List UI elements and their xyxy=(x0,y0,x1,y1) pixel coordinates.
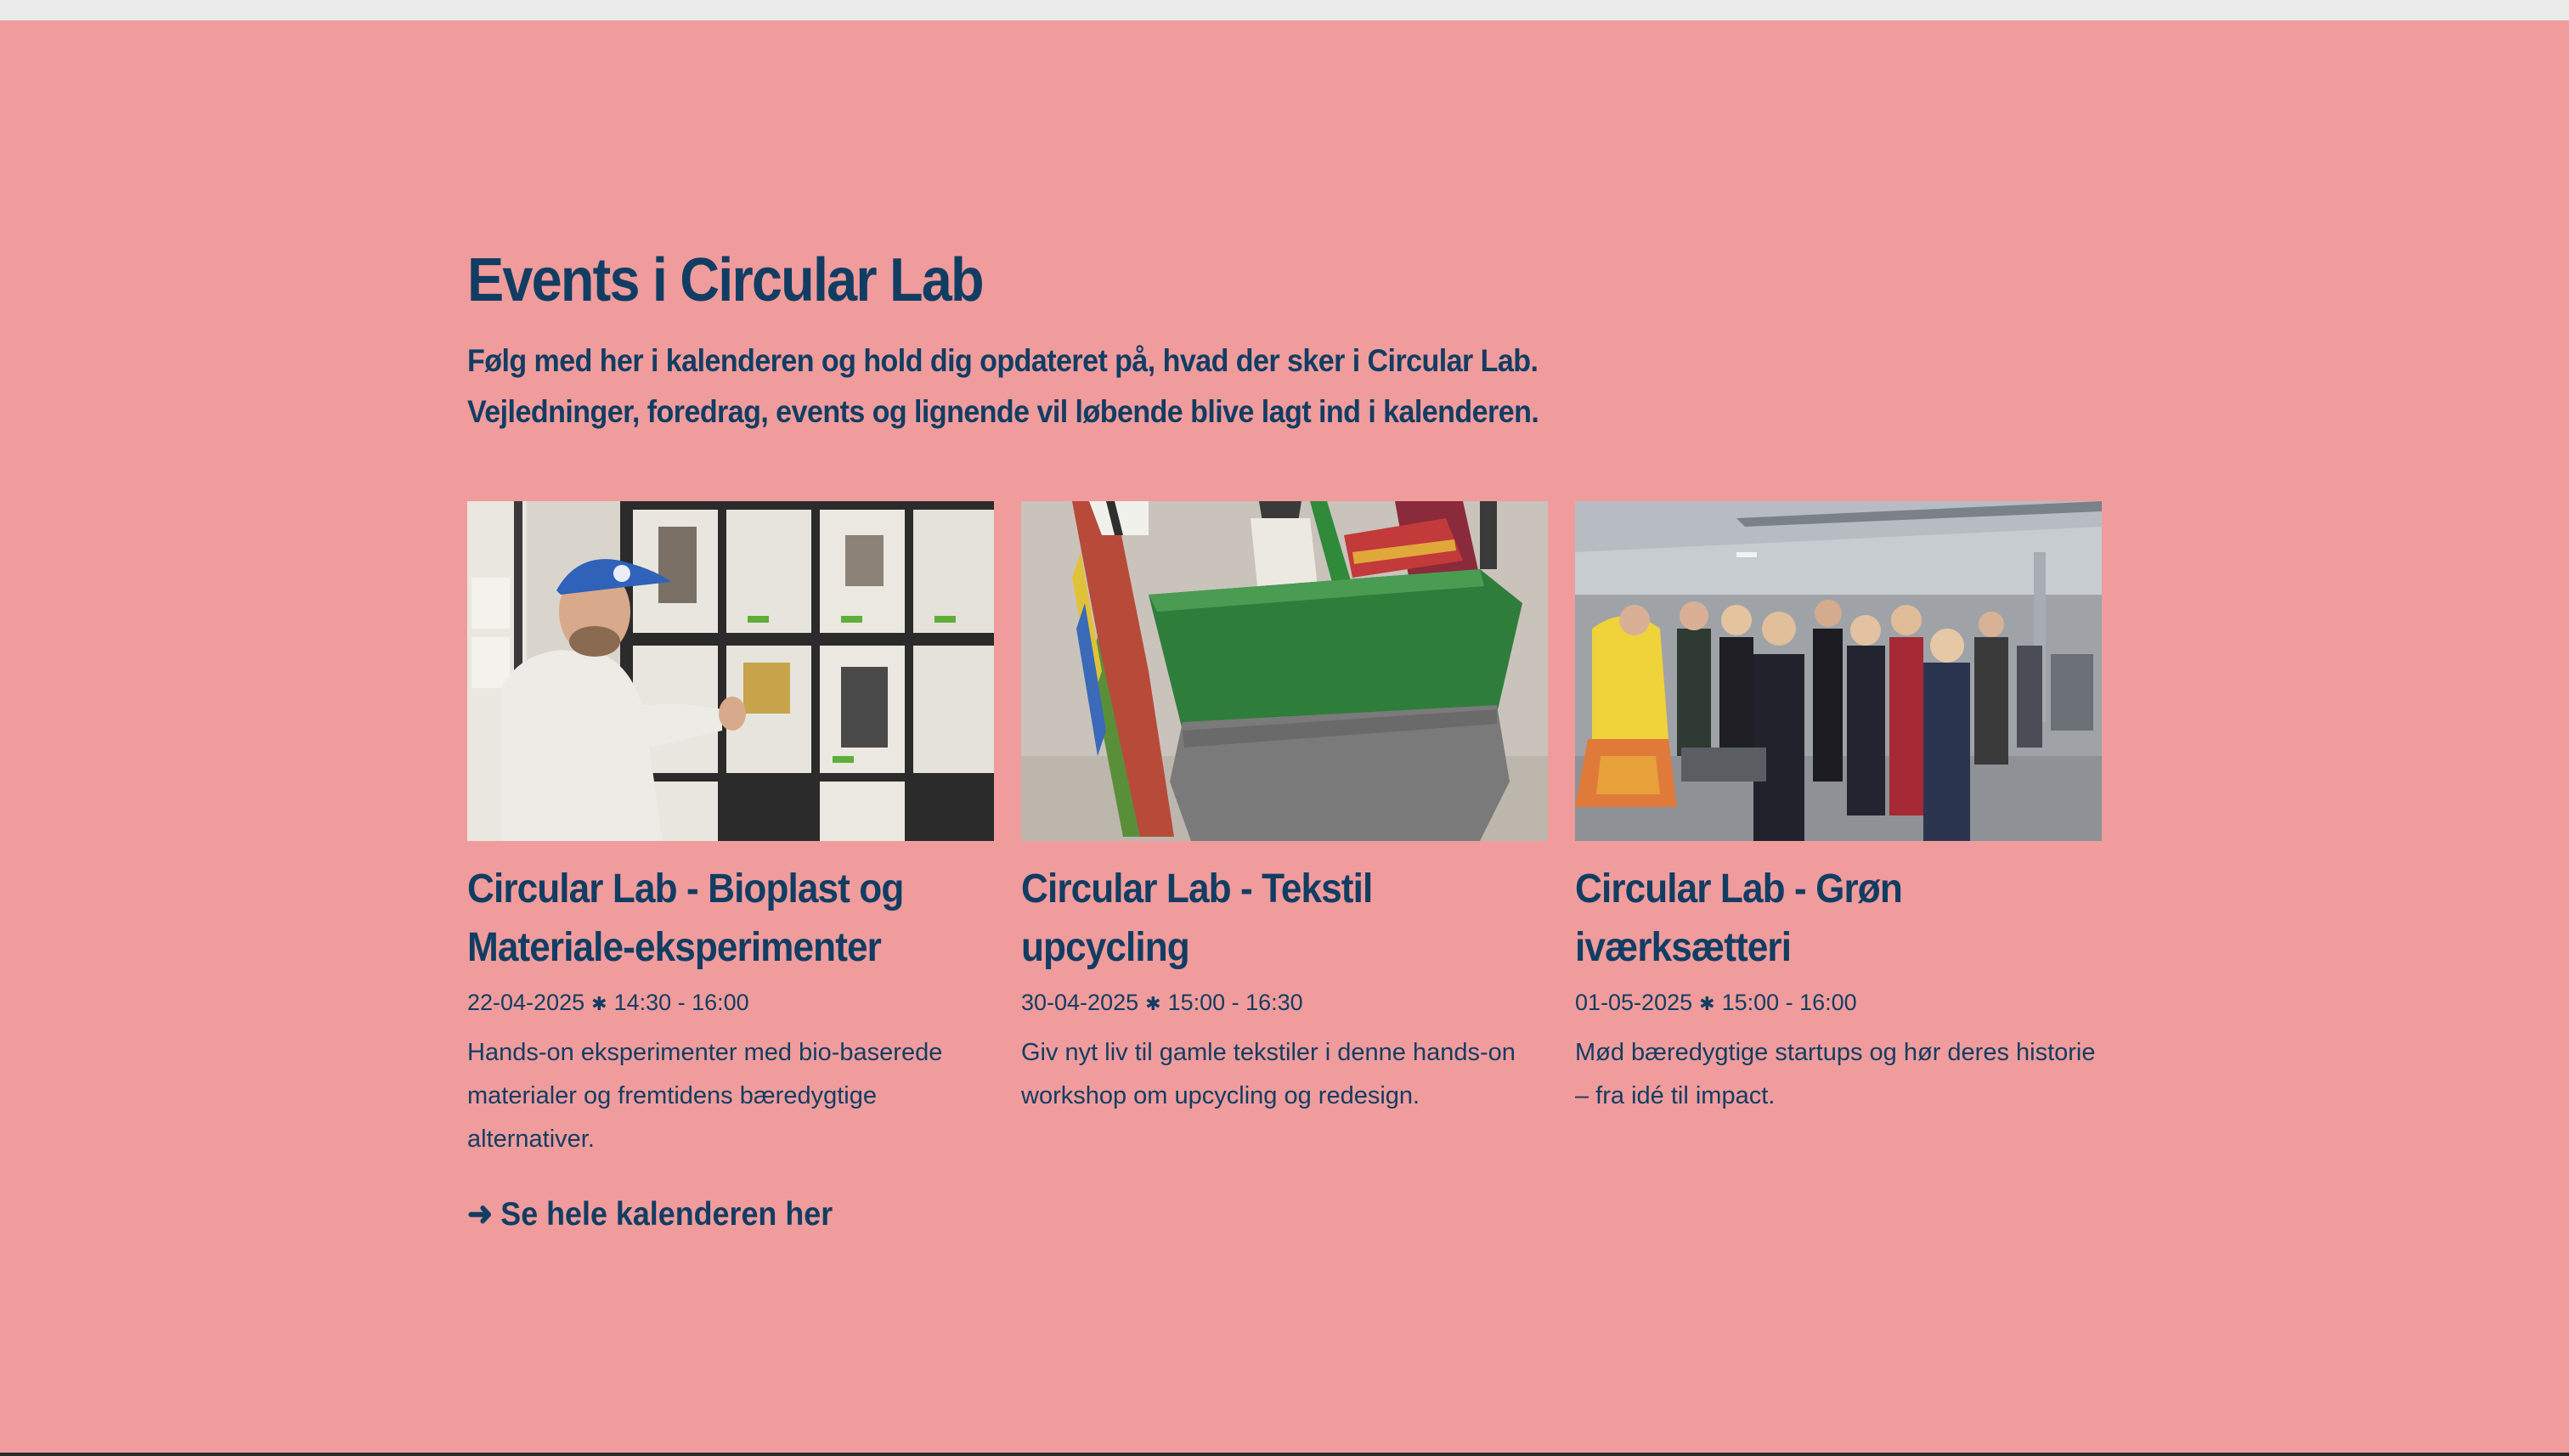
bioplast-photo xyxy=(467,501,994,841)
event-description: Hands-on eksperimenter med bio-baserede … xyxy=(467,1039,943,1153)
event-image-bioplast[interactable] xyxy=(467,501,994,841)
event-date: 01-05-2025 xyxy=(1575,990,1693,1015)
event-description: Giv nyt liv til gamle tekstiler i denne … xyxy=(1021,1039,1516,1109)
browser-bottom-edge xyxy=(0,1453,2569,1456)
event-description: Mød bæredygtige startups og hør deres hi… xyxy=(1575,1039,2096,1109)
event-image-iværksætteri[interactable] xyxy=(1575,501,2102,841)
event-title-line2[interactable]: upcycling xyxy=(1021,925,1190,970)
event-meta: 30-04-2025 ✱ 15:00 - 16:30 xyxy=(1021,987,1548,1019)
event-title[interactable]: Circular Lab - Bioplast og Materiale-eks… xyxy=(467,860,951,977)
event-cards: Circular Lab - Bioplast og Materiale-eks… xyxy=(467,501,2103,1181)
event-title[interactable]: Circular Lab - Tekstil upcycling xyxy=(1021,860,1505,977)
event-time: 15:00 - 16:30 xyxy=(1167,990,1303,1015)
crochet-bag-photo xyxy=(1021,501,1548,841)
event-image-tekstil[interactable] xyxy=(1021,501,1548,841)
event-meta: 22-04-2025 ✱ 14:30 - 16:00 xyxy=(467,987,994,1019)
event-date: 22-04-2025 xyxy=(467,990,585,1015)
event-title-line1[interactable]: Circular Lab - Tekstil xyxy=(1021,866,1373,911)
event-title-line1[interactable]: Circular Lab - Bioplast og xyxy=(467,866,904,911)
event-title-line2[interactable]: iværksætteri xyxy=(1575,925,1792,970)
arrow-right-icon: ➜ xyxy=(467,1196,494,1233)
separator-icon: ✱ xyxy=(1145,993,1161,1014)
event-title[interactable]: Circular Lab - Grøn iværksætteri xyxy=(1575,860,2059,977)
section-title: Events i Circular Lab xyxy=(467,246,985,314)
event-card-iværksætteri[interactable]: Circular Lab - Grøn iværksætteri 01-05-2… xyxy=(1575,501,2102,1118)
section-intro: Følg med her i kalenderen og hold dig op… xyxy=(467,343,1539,429)
event-time: 15:00 - 16:00 xyxy=(1721,990,1857,1015)
full-calendar-link-label[interactable]: Se hele kalenderen her xyxy=(500,1196,833,1233)
event-title-line1[interactable]: Circular Lab - Grøn xyxy=(1575,866,1903,911)
separator-icon: ✱ xyxy=(1699,993,1715,1014)
crowd-event-photo xyxy=(1575,501,2102,841)
event-date: 30-04-2025 xyxy=(1021,990,1139,1015)
event-card-bioplast[interactable]: Circular Lab - Bioplast og Materiale-eks… xyxy=(467,501,994,1161)
event-time: 14:30 - 16:00 xyxy=(613,990,749,1015)
browser-top-bar xyxy=(0,0,2569,20)
event-card-tekstil[interactable]: Circular Lab - Tekstil upcycling 30-04-2… xyxy=(1021,501,1548,1118)
event-meta: 01-05-2025 ✱ 15:00 - 16:00 xyxy=(1575,987,2102,1019)
event-title-line2[interactable]: Materiale-eksperimenter xyxy=(467,925,882,970)
full-calendar-link[interactable]: ➜ Se hele kalenderen her xyxy=(467,1194,833,1236)
events-section: Events i Circular Lab Følg med her i kal… xyxy=(467,242,2103,1233)
separator-icon: ✱ xyxy=(591,993,607,1014)
